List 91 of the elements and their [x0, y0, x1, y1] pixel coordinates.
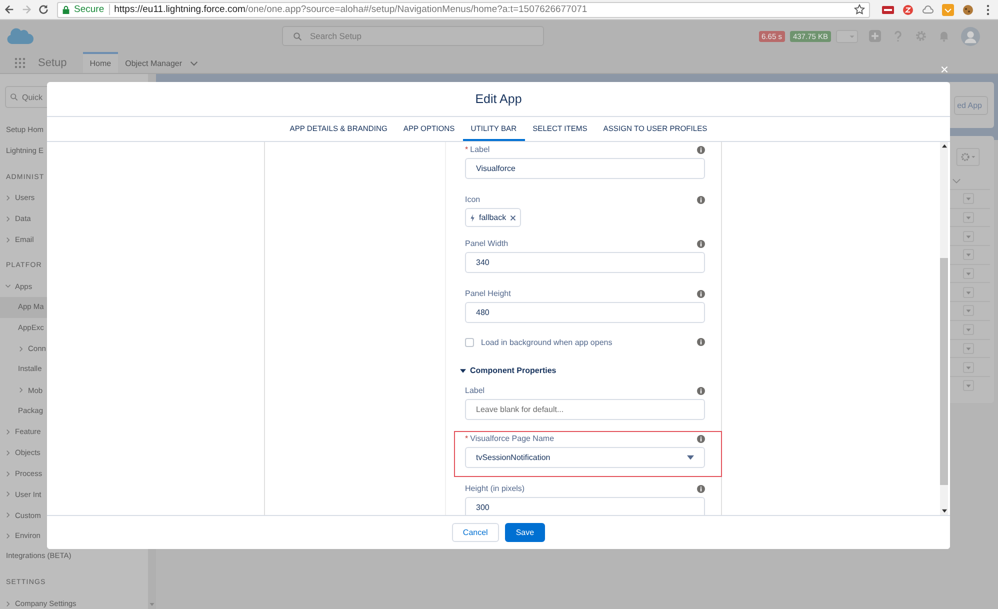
scroll-down-icon[interactable]: [942, 509, 946, 513]
info-icon[interactable]: [697, 386, 705, 394]
row-menu-icon[interactable]: [963, 268, 974, 280]
chevron-icon[interactable]: [5, 194, 11, 201]
icon-pill[interactable]: fallback: [465, 208, 522, 227]
chevron-icon[interactable]: [5, 491, 11, 498]
info-icon[interactable]: [697, 290, 705, 298]
field-label: Height (in pixels): [465, 484, 525, 493]
bell-icon[interactable]: [938, 30, 950, 42]
info-icon[interactable]: [697, 196, 705, 204]
quick-find-field[interactable]: Quick: [22, 87, 62, 107]
dialog-button[interactable]: Save: [504, 523, 546, 542]
help-icon[interactable]: [892, 30, 904, 42]
search-field[interactable]: Search Setup: [310, 27, 533, 45]
field-label: Panel Width: [465, 239, 508, 248]
chevron-icon[interactable]: [5, 470, 11, 477]
back-icon[interactable]: [4, 4, 15, 15]
chevron-icon[interactable]: [5, 283, 11, 290]
lightning-icon: [470, 214, 475, 222]
row-menu-icon[interactable]: [963, 324, 974, 336]
reload-icon[interactable]: [38, 4, 49, 15]
row-menu-icon[interactable]: [963, 230, 974, 242]
settings-icon[interactable]: [956, 148, 980, 166]
remove-icon[interactable]: [510, 214, 516, 220]
search-icon: [293, 32, 302, 40]
nav-tab[interactable]: Home: [82, 52, 118, 73]
row-menu-icon[interactable]: [963, 193, 974, 204]
avatar-icon[interactable]: [961, 26, 980, 46]
chevron-icon[interactable]: [5, 216, 11, 222]
nav-tab[interactable]: Object Manager: [118, 52, 206, 73]
select-field[interactable]: tvSessionNotification: [465, 447, 705, 468]
field-label: * Visualforce Page Name: [465, 434, 554, 443]
info-icon[interactable]: [697, 338, 705, 346]
input-field[interactable]: Visualforce: [465, 158, 705, 179]
chevron-icon[interactable]: [952, 178, 961, 184]
chevron-icon[interactable]: [5, 600, 11, 607]
row-menu-icon[interactable]: [963, 212, 974, 224]
close-icon[interactable]: [941, 66, 948, 73]
dropdown-icon[interactable]: [836, 30, 858, 42]
row-menu-icon[interactable]: [963, 286, 974, 298]
field-label: Panel Height: [465, 289, 511, 298]
cloud-icon[interactable]: [922, 4, 934, 16]
address-bar[interactable]: Secure https://eu11.lightning.force.com/one/one.app?source=aloha#/setup/NavigationMenus/home?a:t=1507626677071: [57, 2, 870, 18]
star-icon[interactable]: [854, 4, 865, 15]
field-label: Label: [465, 386, 485, 395]
plus-icon[interactable]: [869, 30, 881, 42]
chevron-icon[interactable]: [5, 236, 11, 243]
secure-label: Secure: [74, 4, 110, 15]
row-menu-icon[interactable]: [963, 380, 974, 392]
input-field[interactable]: 340: [465, 252, 705, 273]
checkbox[interactable]: [465, 338, 474, 346]
url-text: https://eu11.lightning.force.com/one/one.app?source=aloha#/setup/NavigationMenus/home?a:t=1507626677071: [114, 4, 588, 15]
info-icon[interactable]: [697, 240, 705, 248]
input-field[interactable]: Leave blank for default...: [465, 399, 705, 420]
search-box[interactable]: Search Setup: [282, 26, 544, 46]
caret-icon: [687, 455, 694, 460]
field-label: Icon: [465, 195, 480, 204]
row-menu-icon[interactable]: [963, 305, 974, 316]
extension-icon[interactable]: [902, 4, 914, 16]
chevron-icon[interactable]: [5, 512, 11, 518]
cloud-logo-icon: [6, 26, 34, 46]
app-name: Setup: [38, 56, 67, 68]
chevron-icon[interactable]: [5, 428, 11, 435]
scrollbar[interactable]: [940, 142, 948, 515]
lock-icon: [62, 4, 70, 14]
dialog-button[interactable]: Cancel: [452, 523, 499, 542]
field-label: * Label: [465, 145, 490, 154]
extension-icon[interactable]: [882, 4, 894, 16]
row-menu-icon[interactable]: [963, 342, 974, 354]
input-field[interactable]: 300: [465, 497, 705, 515]
chevron-icon: [190, 61, 198, 66]
settings-icon[interactable]: [915, 30, 927, 42]
new-app-button[interactable]: ed App: [954, 96, 988, 114]
info-icon[interactable]: [697, 434, 705, 442]
chevron-icon[interactable]: [18, 346, 24, 352]
search-icon: [10, 93, 18, 101]
info-icon[interactable]: [697, 146, 705, 154]
row-menu-icon[interactable]: [963, 362, 974, 373]
chevron-icon[interactable]: [5, 450, 11, 456]
row-menu-icon[interactable]: [963, 249, 974, 260]
info-icon[interactable]: [697, 484, 705, 492]
cookie-icon[interactable]: [962, 4, 974, 16]
checkbox-label: Load in background when app opens: [481, 338, 614, 346]
chevron-icon[interactable]: [18, 387, 24, 394]
section-toggle[interactable]: Component Properties: [460, 366, 556, 375]
input-field[interactable]: 480: [465, 302, 705, 323]
app-launcher-icon[interactable]: [14, 56, 26, 68]
forward-icon[interactable]: [21, 4, 32, 15]
scroll-up-icon[interactable]: [942, 144, 946, 148]
dialog-title: Edit App: [475, 92, 522, 106]
chevron-icon[interactable]: [5, 532, 11, 539]
